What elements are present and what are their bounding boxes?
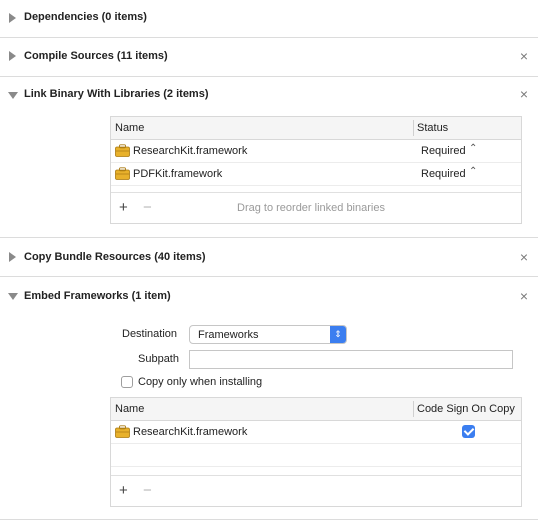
section-title: Compile Sources (11 items) <box>24 50 168 62</box>
drag-hint-text: Drag to reorder linked binaries <box>237 202 385 214</box>
framework-icon <box>115 144 130 157</box>
table-header: Name Status <box>111 117 521 140</box>
table-footer: + − Drag to reorder linked binaries <box>111 192 521 223</box>
status-popup[interactable]: Required <box>421 145 466 157</box>
destination-label: Destination <box>122 328 178 340</box>
column-header-status[interactable]: Status <box>417 122 448 134</box>
disclosure-triangle-icon[interactable] <box>9 252 16 262</box>
close-icon[interactable]: × <box>520 289 528 303</box>
framework-icon <box>115 425 130 438</box>
disclosure-triangle-icon[interactable] <box>8 92 18 99</box>
build-phases-panel: Dependencies (0 items) Compile Sources (… <box>0 0 538 520</box>
column-separator[interactable] <box>413 120 414 136</box>
chevron-updown-icon[interactable]: ⌃ <box>469 143 477 154</box>
section-dependencies[interactable]: Dependencies (0 items) <box>0 0 538 38</box>
disclosure-triangle-icon[interactable] <box>9 13 16 23</box>
section-title: Embed Frameworks (1 item) <box>24 290 171 302</box>
column-separator[interactable] <box>413 401 414 417</box>
chevron-updown-icon: ⇕ <box>330 326 346 343</box>
subpath-field[interactable] <box>189 350 513 369</box>
remove-button[interactable]: − <box>143 199 152 216</box>
table-header: Name Code Sign On Copy <box>111 398 521 421</box>
status-popup[interactable]: Required <box>421 168 466 180</box>
library-name: PDFKit.framework <box>133 168 223 180</box>
table-row[interactable]: ResearchKit.framework <box>111 421 521 444</box>
disclosure-triangle-icon[interactable] <box>8 293 18 300</box>
disclosure-triangle-icon[interactable] <box>9 51 16 61</box>
column-header-name[interactable]: Name <box>115 403 144 415</box>
close-icon[interactable]: × <box>520 87 528 101</box>
close-icon[interactable]: × <box>520 250 528 264</box>
close-icon[interactable]: × <box>520 49 528 63</box>
add-button[interactable]: + <box>119 199 128 216</box>
remove-button[interactable]: − <box>143 482 152 499</box>
embed-frameworks-table: Name Code Sign On Copy ResearchKit.frame… <box>110 397 522 507</box>
table-footer: + − <box>111 475 521 506</box>
code-sign-checkbox[interactable] <box>462 425 475 438</box>
section-compile-sources[interactable]: Compile Sources (11 items) × <box>0 38 538 77</box>
destination-popup[interactable]: Frameworks ⇕ <box>189 325 347 344</box>
add-button[interactable]: + <box>119 482 128 499</box>
framework-icon <box>115 167 130 180</box>
framework-name: ResearchKit.framework <box>133 426 248 438</box>
destination-value: Frameworks <box>198 329 259 341</box>
library-name: ResearchKit.framework <box>133 145 248 157</box>
column-header-name[interactable]: Name <box>115 122 144 134</box>
section-link-binary: Link Binary With Libraries (2 items) × N… <box>0 77 538 238</box>
section-title: Dependencies (0 items) <box>24 11 147 23</box>
empty-row <box>111 444 521 467</box>
column-header-code-sign[interactable]: Code Sign On Copy <box>417 403 515 415</box>
subpath-label: Subpath <box>138 353 179 365</box>
table-row[interactable]: PDFKit.framework Required ⌃ <box>111 163 521 186</box>
copy-only-checkbox[interactable] <box>121 376 133 388</box>
section-title: Link Binary With Libraries (2 items) <box>24 88 209 100</box>
linked-libraries-table: Name Status ResearchKit.framework Requir… <box>110 116 522 224</box>
section-copy-bundle-resources[interactable]: Copy Bundle Resources (40 items) × <box>0 238 538 277</box>
chevron-updown-icon[interactable]: ⌃ <box>469 166 477 177</box>
section-title: Copy Bundle Resources (40 items) <box>24 251 206 263</box>
copy-only-label: Copy only when installing <box>138 376 263 388</box>
table-row[interactable]: ResearchKit.framework Required ⌃ <box>111 140 521 163</box>
